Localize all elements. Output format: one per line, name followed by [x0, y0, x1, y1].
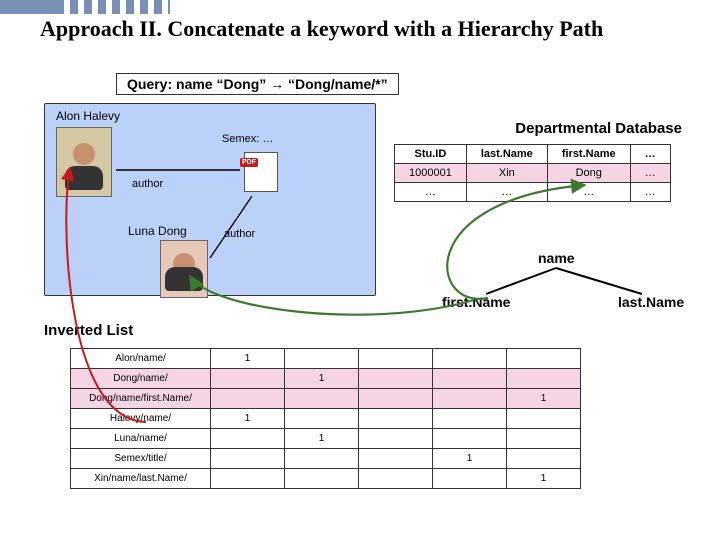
person1-label: Alon Halevy: [56, 109, 120, 123]
inverted-row: Halevy/name/1: [71, 409, 581, 429]
inverted-list-table: Alon/name/1Dong/name/1Dong/name/first.Na…: [70, 348, 581, 489]
inverted-row: Luna/name/1: [71, 429, 581, 449]
person2-photo: [160, 240, 208, 298]
slide-title: Approach II. Concatenate a keyword with …: [40, 16, 680, 41]
inverted-list-title: Inverted List: [44, 322, 133, 339]
schema-tree: name first.Name last.Name: [452, 250, 672, 312]
person2-label: Luna Dong: [128, 224, 187, 238]
db-header-row: Stu.ID last.Name first.Name …: [395, 145, 671, 164]
inverted-row: Dong/name/1: [71, 369, 581, 389]
inverted-row: Semex/title/1: [71, 449, 581, 469]
query-box: Query: name “Dong” → “Dong/name/*”: [116, 73, 399, 95]
semex-label: Semex: …: [222, 133, 273, 145]
author-edge-2: author: [224, 228, 255, 240]
inverted-row: Xin/name/last.Name/1: [71, 469, 581, 489]
inverted-row: Dong/name/first.Name/1: [71, 389, 581, 409]
author-edge-1: author: [132, 178, 163, 190]
pdf-icon: PDF: [244, 152, 278, 192]
db-row: … … … …: [395, 183, 671, 202]
slide-decoration: [0, 0, 170, 14]
person1-photo: [56, 127, 112, 197]
inverted-row: Alon/name/1: [71, 349, 581, 369]
db-table: Stu.ID last.Name first.Name … 1000001 Xi…: [394, 144, 671, 202]
db-title: Departmental Database: [515, 120, 682, 137]
db-row: 1000001 Xin Dong …: [395, 164, 671, 183]
